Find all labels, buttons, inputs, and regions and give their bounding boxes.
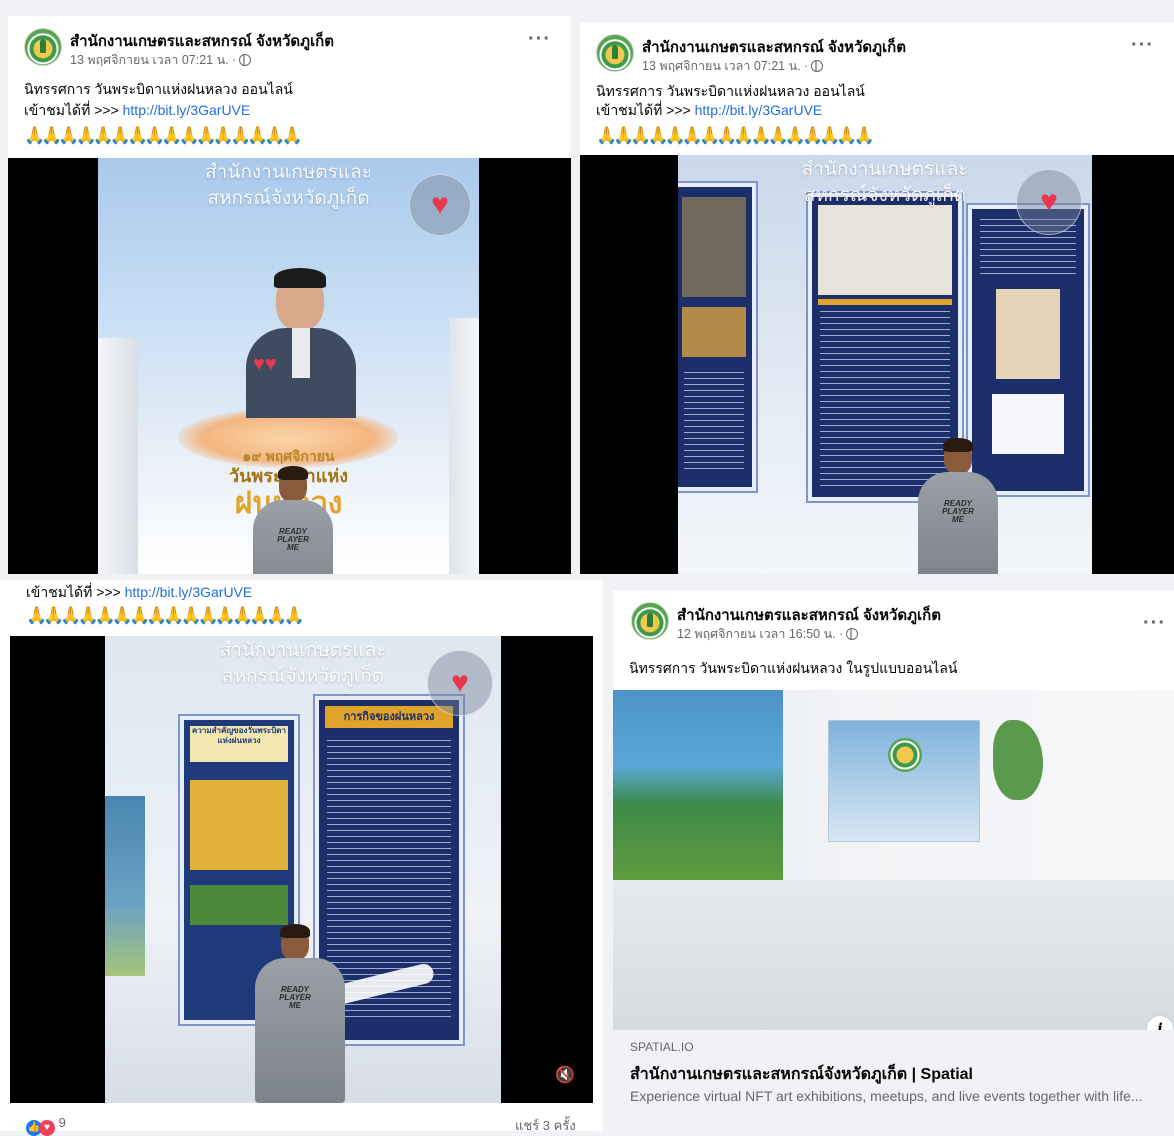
post-timestamp[interactable]: 12 พฤศจิกายน เวลา 16:50 น. · [677,624,859,644]
post-timestamp[interactable]: 13 พฤศจิกายน เวลา 07:21 น. · [642,56,824,76]
player-avatar: READY PLAYER ME [255,924,345,1103]
link-preview-box[interactable]: SPATIAL.IO สำนักงานเกษตรและสหกรณ์จังหวัด… [613,1030,1174,1131]
video-player[interactable]: สำนักงานเกษตรและ สหกรณ์จังหวัดภูเก็ต ♥ R… [580,155,1174,574]
mute-icon[interactable]: 🔇 [555,1065,575,1085]
post-header: สำนักงานเกษตรและสหกรณ์ จังหวัดภูเก็ต 12 … [631,602,1165,644]
post-timestamp[interactable]: 13 พฤศจิกายน เวลา 07:21 น. · [70,50,252,70]
player-avatar: READY PLAYER ME [918,438,998,574]
video-player[interactable]: ♥♥ ๑๙ พฤศจิกายน วันพระบิดาแห่ง ฝนหลวง สำ… [8,158,571,574]
post-header: สำนักงานเกษตรและสหกรณ์ จังหวัดภูเก็ต 13 … [596,34,1162,76]
reaction-summary[interactable]: 👍 ♥ 9 [26,1115,66,1136]
post-1: สำนักงานเกษตรและสหกรณ์ จังหวัดภูเก็ต 13 … [8,16,571,574]
page-avatar[interactable] [24,28,62,66]
praying-hands-emoji-row: 🙏🙏🙏🙏🙏🙏🙏🙏🙏🙏🙏🙏🙏🙏🙏🙏 [26,606,305,625]
globe-icon [846,628,859,640]
love-icon: ♥ [39,1120,55,1136]
video-frame: ความสำคัญของวันพระบิดาแห่งฝนหลวง การกิจข… [105,636,501,1103]
post-text-line1: นิทรรศการ วันพระบิดาแห่งฝนหลวง ในรูปแบบอ… [629,660,958,676]
heart-reaction-button[interactable]: ♥ [427,650,493,716]
share-count[interactable]: แชร์ 3 ครั้ง [515,1115,576,1136]
praying-hands-emoji-row: 🙏🙏🙏🙏🙏🙏🙏🙏🙏🙏🙏🙏🙏🙏🙏🙏 [24,126,303,145]
heart-icon: ♥ [1040,185,1058,218]
post-link[interactable]: http://bit.ly/3GarUVE [125,584,253,600]
heart-reaction-button[interactable]: ♥ [409,174,471,236]
link-source: SPATIAL.IO [630,1040,694,1054]
page-avatar[interactable] [631,602,669,640]
link-description: Experience virtual NFT art exhibitions, … [630,1088,1143,1104]
heart-icon: ♥ [451,666,469,699]
post-text-line2: เข้าชมได้ที่ >>> http://bit.ly/3GarUVE [26,584,253,600]
post-3: เข้าชมได้ที่ >>> http://bit.ly/3GarUVE 🙏… [0,580,603,1131]
post-text-line2: เข้าชมได้ที่ >>> http://bit.ly/3GarUVE [596,102,823,118]
post-header: สำนักงานเกษตรและสหกรณ์ จังหวัดภูเก็ต 13 … [24,28,559,70]
post-link[interactable]: http://bit.ly/3GarUVE [695,102,823,118]
heart-icon: ♥ [431,188,449,221]
praying-hands-emoji-row: 🙏🙏🙏🙏🙏🙏🙏🙏🙏🙏🙏🙏🙏🙏🙏🙏 [596,126,875,145]
page-avatar[interactable] [596,34,634,72]
more-options-icon[interactable]: ··· [1143,613,1166,633]
link-title[interactable]: สำนักงานเกษตรและสหกรณ์จังหวัดภูเก็ต | Sp… [630,1062,973,1087]
post-2: สำนักงานเกษตรและสหกรณ์ จังหวัดภูเก็ต 13 … [580,22,1174,574]
post-text-line1: นิทรรศการ วันพระบิดาแห่งฝนหลวง ออนไลน์ [24,81,293,97]
post-4: สำนักงานเกษตรและสหกรณ์ จังหวัดภูเก็ต 12 … [613,590,1174,1131]
link-preview-image[interactable] [613,690,1174,1030]
globe-icon [811,60,824,72]
video-frame: ♥♥ ๑๙ พฤศจิกายน วันพระบิดาแห่ง ฝนหลวง สำ… [98,158,479,574]
hearts-sticker: ♥♥ [253,353,277,375]
more-options-icon[interactable]: ··· [1131,35,1154,55]
video-frame: สำนักงานเกษตรและ สหกรณ์จังหวัดภูเก็ต ♥ R… [678,155,1092,574]
player-avatar: READY PLAYER ME [253,466,333,574]
video-player[interactable]: ความสำคัญของวันพระบิดาแห่งฝนหลวง การกิจข… [10,636,593,1103]
post-text-line2: เข้าชมได้ที่ >>> http://bit.ly/3GarUVE [24,102,251,118]
poster-left [678,183,756,491]
heart-reaction-button[interactable]: ♥ [1016,169,1082,235]
more-options-icon[interactable]: ··· [528,29,551,49]
globe-icon [239,54,252,66]
post-link[interactable]: http://bit.ly/3GarUVE [123,102,251,118]
